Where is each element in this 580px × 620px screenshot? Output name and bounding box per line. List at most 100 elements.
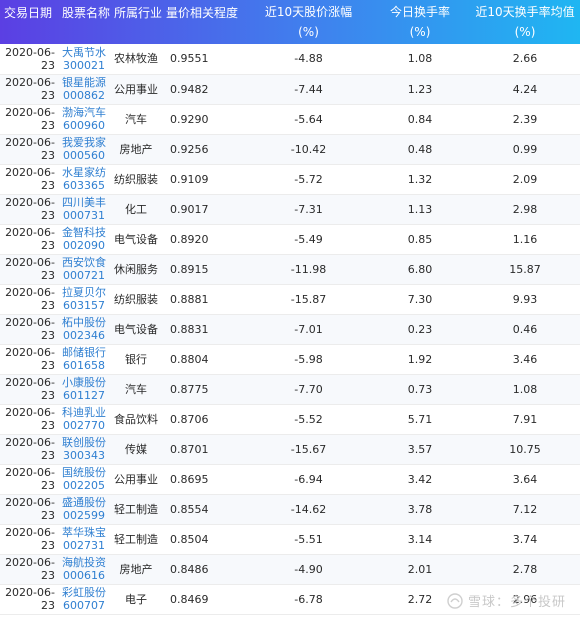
stock-name-cell[interactable]: 小康股份 601127 [58,374,110,405]
price-change-cell: -7.70 [247,374,370,405]
industry-cell: 纺织服装 [110,164,162,195]
table-row: 2020-06- 23 萃华珠宝 002731 轻工制造 0.8504 -5.51 3.14 3… [0,524,580,555]
avg-turnover-cell: 2.78 [470,554,580,585]
correlation-cell: 0.9256 [162,134,247,165]
correlation-cell: 0.8486 [162,554,247,585]
stock-name-cell[interactable]: 彩虹股份 600707 [58,584,110,615]
date-cell: 2020-06- 23 [0,494,58,525]
header-turnover: 今日换手率 (%) [370,0,470,44]
industry-cell: 房地产 [110,554,162,585]
industry-cell: 汽车 [110,374,162,405]
industry-cell: 传媒 [110,434,162,465]
price-change-cell: -4.90 [247,554,370,585]
stock-name-cell[interactable]: 金智科技 002090 [58,224,110,255]
turnover-cell: 1.92 [370,344,470,375]
stock-name-cell[interactable]: 联创股份 300343 [58,434,110,465]
table-row: 2020-06- 23 柘中股份 002346 电气设备 0.8831 -7.01 0.23 0… [0,314,580,345]
stock-name-cell[interactable]: 柘中股份 002346 [58,314,110,345]
avg-turnover-cell: 3.46 [470,344,580,375]
correlation-cell: 0.8504 [162,524,247,555]
stock-name-cell[interactable]: 国统股份 002205 [58,464,110,495]
correlation-cell: 0.8804 [162,344,247,375]
correlation-cell: 0.8554 [162,494,247,525]
snowball-icon [447,592,463,609]
stock-name-cell[interactable]: 大禹节水 300021 [58,44,110,75]
date-cell: 2020-06- 23 [0,104,58,135]
price-change-cell: -5.72 [247,164,370,195]
stock-name-cell[interactable]: 海航投资 000616 [58,554,110,585]
correlation-cell: 0.8706 [162,404,247,435]
header-name: 股票名称 [58,0,110,44]
correlation-cell: 0.8469 [162,584,247,615]
stock-name-cell[interactable]: 我爱我家 000560 [58,134,110,165]
table-row: 2020-06- 23 四川美丰 000731 化工 0.9017 -7.31 1.13 2.9… [0,194,580,225]
table-row: 2020-06- 23 金智科技 002090 电气设备 0.8920 -5.49 0.85 1… [0,224,580,255]
date-cell: 2020-06- 23 [0,554,58,585]
date-cell: 2020-06- 23 [0,194,58,225]
turnover-cell: 0.23 [370,314,470,345]
avg-turnover-cell: 9.93 [470,284,580,315]
avg-turnover-cell: 7.12 [470,494,580,525]
correlation-cell: 0.9551 [162,44,247,75]
stock-name-cell[interactable]: 盛通股份 002599 [58,494,110,525]
table-row: 2020-06- 23 大禹节水 300021 农林牧渔 0.9551 -4.88 1.08 2… [0,44,580,75]
correlation-cell: 0.8920 [162,224,247,255]
header-date: 交易日期 [0,0,58,44]
avg-turnover-cell: 1.08 [470,374,580,405]
industry-cell: 休闲服务 [110,254,162,285]
header-avg-turnover: 近10天换手率均值 (%) [470,0,580,44]
stock-name-cell[interactable]: 西安饮食 000721 [58,254,110,285]
date-cell: 2020-06- 23 [0,344,58,375]
date-cell: 2020-06- 23 [0,374,58,405]
stock-name-cell[interactable]: 银星能源 000862 [58,74,110,105]
stock-table: 交易日期 股票名称 所属行业 量价相关程度 近10天股价涨幅 (%) 今日换手率(… [0,0,580,615]
correlation-cell: 0.8695 [162,464,247,495]
date-cell: 2020-06- 23 [0,314,58,345]
stock-name-cell[interactable]: 萃华珠宝 002731 [58,524,110,555]
price-change-cell: -15.67 [247,434,370,465]
turnover-cell: 2.01 [370,554,470,585]
price-change-cell: -6.94 [247,464,370,495]
price-change-cell: -4.88 [247,44,370,75]
table-row: 2020-06- 23 小康股份 601127 汽车 0.8775 -7.70 0.73 1.0… [0,374,580,405]
turnover-cell: 1.32 [370,164,470,195]
price-change-cell: -5.64 [247,104,370,135]
turnover-cell: 0.48 [370,134,470,165]
turnover-cell: 1.23 [370,74,470,105]
industry-cell: 公用事业 [110,74,162,105]
avg-turnover-cell: 15.87 [470,254,580,285]
date-cell: 2020-06- 23 [0,284,58,315]
price-change-cell: -5.51 [247,524,370,555]
correlation-cell: 0.9109 [162,164,247,195]
stock-name-cell[interactable]: 科迪乳业 002770 [58,404,110,435]
watermark-text: 雪球：多个投研 [467,595,566,610]
avg-turnover-cell: 0.99 [470,134,580,165]
stock-name-cell[interactable]: 四川美丰 000731 [58,194,110,225]
price-change-cell: -15.87 [247,284,370,315]
avg-turnover-cell: 2.09 [470,164,580,195]
date-cell: 2020-06- 23 [0,224,58,255]
table-row: 2020-06- 23 盛通股份 002599 轻工制造 0.8554 -14.62 3.78… [0,494,580,525]
date-cell: 2020-06- 23 [0,164,58,195]
stock-name-cell[interactable]: 水星家纺 603365 [58,164,110,195]
industry-cell: 电气设备 [110,224,162,255]
price-change-cell: -5.98 [247,344,370,375]
stock-name-cell[interactable]: 渤海汽车 600960 [58,104,110,135]
avg-turnover-cell: 1.16 [470,224,580,255]
industry-cell: 房地产 [110,134,162,165]
table-row: 2020-06- 23 国统股份 002205 公用事业 0.8695 -6.94 3.42 3… [0,464,580,495]
price-change-cell: -11.98 [247,254,370,285]
industry-cell: 汽车 [110,104,162,135]
turnover-cell: 0.85 [370,224,470,255]
date-cell: 2020-06- 23 [0,404,58,435]
stock-name-cell[interactable]: 邮储银行 601658 [58,344,110,375]
turnover-cell: 1.13 [370,194,470,225]
industry-cell: 电子 [110,584,162,615]
header-price-change: 近10天股价涨幅 (%) [247,0,370,44]
turnover-cell: 7.30 [370,284,470,315]
date-cell: 2020-06- 23 [0,74,58,105]
stock-name-cell[interactable]: 拉夏贝尔 603157 [58,284,110,315]
correlation-cell: 0.8701 [162,434,247,465]
table-row: 2020-06- 23 水星家纺 603365 纺织服装 0.9109 -5.72 1.32 2… [0,164,580,195]
correlation-cell: 0.8831 [162,314,247,345]
